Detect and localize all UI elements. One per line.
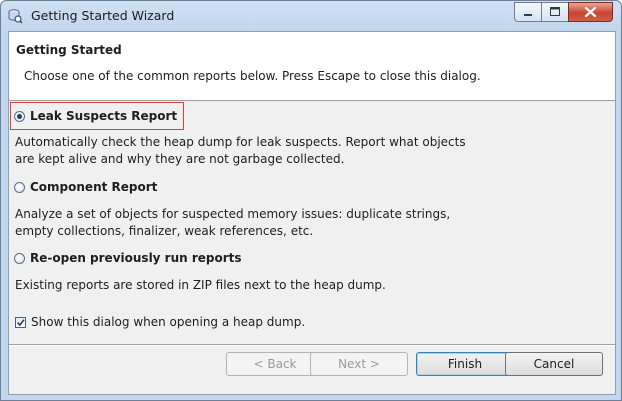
- window-title: Getting Started Wizard: [31, 8, 175, 23]
- minimize-icon: [524, 14, 532, 16]
- button-separator: [9, 344, 615, 346]
- show-dialog-label: Show this dialog when opening a heap dum…: [31, 315, 306, 329]
- option-reopen-reports[interactable]: Re-open previously run reports: [14, 251, 242, 265]
- maximize-icon: [550, 7, 560, 16]
- window-controls: [514, 2, 613, 22]
- dialog-content: Getting Started Choose one of the common…: [8, 31, 616, 395]
- leak-suspects-description: Automatically check the heap dump for le…: [15, 134, 475, 168]
- close-icon: [584, 6, 597, 18]
- page-description: Choose one of the common reports below. …: [24, 69, 481, 83]
- show-dialog-checkbox[interactable]: [15, 316, 26, 328]
- app-icon: [7, 8, 23, 24]
- reopen-reports-radio[interactable]: [14, 252, 25, 264]
- component-report-description: Analyze a set of objects for suspected m…: [15, 206, 475, 240]
- wizard-header: Getting Started Choose one of the common…: [9, 32, 615, 101]
- description-line: Automatically check the heap dump for le…: [15, 135, 466, 149]
- description-line: empty collections, finalizer, weak refer…: [15, 224, 314, 238]
- close-button[interactable]: [568, 2, 613, 22]
- option-label: Component Report: [30, 180, 158, 194]
- next-button[interactable]: Next >: [310, 352, 408, 376]
- description-line: are kept alive and why they are not garb…: [15, 152, 345, 166]
- component-report-radio[interactable]: [14, 181, 25, 193]
- option-label: Leak Suspects Report: [30, 109, 178, 123]
- page-title: Getting Started: [16, 43, 122, 57]
- minimize-button[interactable]: [514, 2, 541, 22]
- description-line: Analyze a set of objects for suspected m…: [15, 207, 451, 221]
- option-label: Re-open previously run reports: [30, 251, 242, 265]
- maximize-button[interactable]: [541, 2, 568, 22]
- description-line: Existing reports are stored in ZIP files…: [15, 278, 386, 292]
- cancel-button[interactable]: Cancel: [505, 352, 603, 376]
- checkmark-icon: [16, 318, 25, 326]
- leak-suspects-radio[interactable]: [14, 110, 25, 122]
- option-component-report[interactable]: Component Report: [14, 180, 157, 194]
- title-bar[interactable]: Getting Started Wizard: [1, 1, 621, 31]
- wizard-window: Getting Started Wizard Getting Started C…: [0, 0, 622, 401]
- show-dialog-option[interactable]: Show this dialog when opening a heap dum…: [15, 315, 305, 329]
- option-leak-suspects[interactable]: Leak Suspects Report: [14, 109, 177, 123]
- reopen-reports-description: Existing reports are stored in ZIP files…: [15, 277, 475, 294]
- finish-button[interactable]: Finish: [416, 352, 514, 376]
